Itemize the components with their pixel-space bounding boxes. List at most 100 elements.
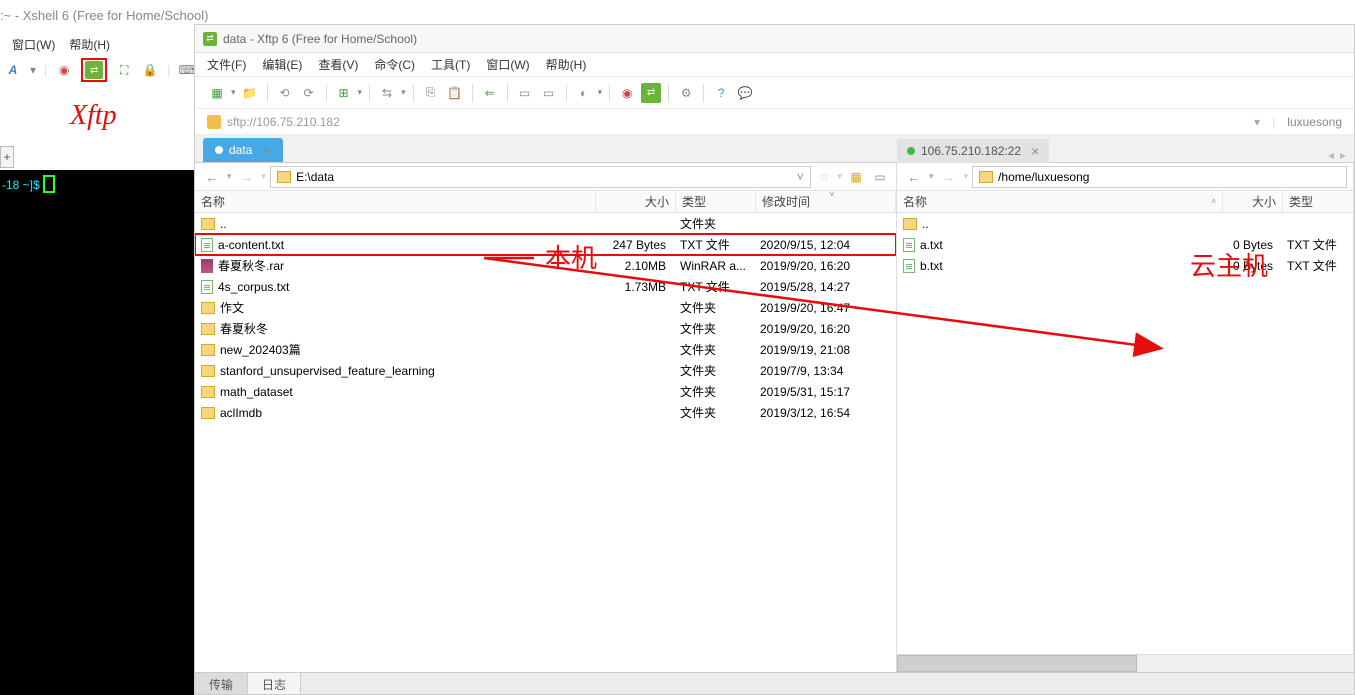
local-pane: ←▾ →▾ E:\data ˅ ☆▾ ▦ ▭ 名称 大小 类型 修改时间˅ ..… bbox=[195, 163, 897, 672]
xftp-launch-icon[interactable]: ⇄ bbox=[85, 61, 103, 79]
settings-icon[interactable]: ⚙ bbox=[676, 83, 696, 103]
file-row[interactable]: 4s_corpus.txt1.73MBTXT 文件2019/5/28, 14:2… bbox=[195, 276, 896, 297]
local-list-header: 名称 大小 类型 修改时间˅ bbox=[195, 191, 896, 213]
file-row[interactable]: 春夏秋冬文件夹2019/9/20, 16:20 bbox=[195, 318, 896, 339]
col-size[interactable]: 大小 bbox=[596, 191, 676, 212]
folder-icon bbox=[903, 218, 917, 230]
col-size-r[interactable]: 大小 bbox=[1223, 191, 1283, 212]
remote-pane: ←▾ →▾ /home/luxuesong 名称˄ 大小 类型 ..a.txt0… bbox=[897, 163, 1354, 672]
open-icon[interactable]: 📁 bbox=[240, 83, 260, 103]
font-icon[interactable]: A bbox=[4, 61, 22, 79]
favorite-icon[interactable]: ☆ bbox=[815, 170, 834, 184]
doc1-icon[interactable]: ▭ bbox=[515, 83, 535, 103]
col-date[interactable]: 修改时间˅ bbox=[756, 191, 896, 212]
menu-tools[interactable]: 工具(T) bbox=[431, 56, 470, 73]
back-button[interactable]: ← bbox=[201, 167, 223, 187]
status-dot-icon bbox=[215, 146, 223, 154]
username-text: luxuesong bbox=[1287, 115, 1342, 129]
file-row[interactable]: math_dataset文件夹2019/5/31, 15:17 bbox=[195, 381, 896, 402]
file-row[interactable]: 春夏秋冬.rar2.10MBWinRAR a...2019/9/20, 16:2… bbox=[195, 255, 896, 276]
address-bar: sftp://106.75.210.182 ▾ | luxuesong bbox=[195, 109, 1354, 135]
menu-window[interactable]: 窗口(W) bbox=[12, 36, 55, 53]
menu-view[interactable]: 查看(V) bbox=[318, 56, 358, 73]
local-path-input[interactable]: E:\data ˅ bbox=[270, 166, 811, 188]
xshell-title: :~ - Xshell 6 (Free for Home/School) bbox=[0, 8, 208, 23]
menu-window2[interactable]: 窗口(W) bbox=[486, 56, 529, 73]
feedback-icon[interactable]: 💬 bbox=[735, 83, 755, 103]
annotation-xftp: Xftp bbox=[70, 100, 117, 132]
xftp-title-text: data - Xftp 6 (Free for Home/School) bbox=[223, 32, 417, 46]
tab-remote[interactable]: 106.75.210.182:22 × bbox=[897, 139, 1049, 163]
folder-icon bbox=[201, 365, 215, 377]
text-file-icon bbox=[201, 280, 213, 294]
new-window-icon[interactable]: ⊞ bbox=[334, 83, 354, 103]
file-row[interactable]: aclImdb文件夹2019/3/12, 16:54 bbox=[195, 402, 896, 423]
bottom-tabbar: 传输 日志 bbox=[195, 672, 1354, 694]
doc2-icon[interactable]: ▭ bbox=[539, 83, 559, 103]
folder-icon bbox=[201, 323, 215, 335]
remote-scrollbar[interactable] bbox=[897, 654, 1354, 672]
file-row[interactable]: ..文件夹 bbox=[195, 213, 896, 234]
file-row[interactable]: a-content.txt247 BytesTXT 文件2020/9/15, 1… bbox=[195, 234, 896, 255]
col-name-r[interactable]: 名称˄ bbox=[897, 191, 1223, 212]
close2-icon[interactable]: × bbox=[1031, 143, 1039, 159]
file-row[interactable]: .. bbox=[897, 213, 1353, 234]
view2-icon[interactable]: ▭ bbox=[870, 167, 890, 187]
copy-icon[interactable]: ⎘ bbox=[421, 83, 441, 103]
forward2-button[interactable]: → bbox=[938, 167, 960, 187]
address-text[interactable]: sftp://106.75.210.182 bbox=[227, 115, 340, 129]
menu-edit[interactable]: 编辑(E) bbox=[262, 56, 302, 73]
new-session-icon[interactable]: ▦ bbox=[207, 83, 227, 103]
address-dropdown-icon[interactable]: ▾ bbox=[1254, 115, 1266, 129]
col-name[interactable]: 名称 bbox=[195, 191, 596, 212]
view-icon[interactable]: ◐ bbox=[574, 83, 594, 103]
lock-icon[interactable]: 🔒 bbox=[141, 61, 159, 79]
transfer-left-icon[interactable]: ⇐ bbox=[480, 83, 500, 103]
file-row[interactable]: new_202403篇文件夹2019/9/19, 21:08 bbox=[195, 339, 896, 360]
tab-prev-icon[interactable]: ◂ bbox=[1328, 148, 1334, 162]
menu-file[interactable]: 文件(F) bbox=[207, 56, 246, 73]
terminal[interactable]: -18 ~]$ bbox=[0, 170, 194, 695]
archive-icon bbox=[201, 259, 213, 273]
new-tab-button[interactable]: + bbox=[0, 146, 14, 168]
disconnect-icon[interactable]: ⟳ bbox=[299, 83, 319, 103]
menu-help2[interactable]: 帮助(H) bbox=[546, 56, 587, 73]
file-row[interactable]: b.txt0 BytesTXT 文件 bbox=[897, 255, 1353, 276]
tab-local[interactable]: data × bbox=[203, 138, 283, 162]
file-row[interactable]: stanford_unsupervised_feature_learning文件… bbox=[195, 360, 896, 381]
xshell-menu: 窗口(W) 帮助(H) bbox=[12, 36, 110, 53]
xftp-menubar: 文件(F) 编辑(E) 查看(V) 命令(C) 工具(T) 窗口(W) 帮助(H… bbox=[195, 53, 1354, 77]
menu-cmd[interactable]: 命令(C) bbox=[374, 56, 415, 73]
remote-path-input[interactable]: /home/luxuesong bbox=[972, 166, 1347, 188]
local-list[interactable]: ..文件夹a-content.txt247 BytesTXT 文件2020/9/… bbox=[195, 213, 896, 672]
swirl2-icon[interactable]: ◉ bbox=[617, 83, 637, 103]
path-dropdown-icon[interactable]: ˅ bbox=[797, 170, 804, 184]
tab-log[interactable]: 日志 bbox=[248, 673, 301, 694]
fullscreen-icon[interactable]: ⛶ bbox=[115, 61, 133, 79]
folder-icon bbox=[201, 386, 215, 398]
folder2-icon bbox=[979, 171, 993, 183]
reconnect-icon[interactable]: ⟲ bbox=[275, 83, 295, 103]
help-icon[interactable]: ? bbox=[711, 83, 731, 103]
file-row[interactable]: 作文文件夹2019/9/20, 16:47 bbox=[195, 297, 896, 318]
file-row[interactable]: a.txt0 BytesTXT 文件 bbox=[897, 234, 1353, 255]
tab-next-icon[interactable]: ▸ bbox=[1340, 148, 1346, 162]
col-type[interactable]: 类型 bbox=[676, 191, 756, 212]
sync-icon[interactable]: ⇆ bbox=[377, 83, 397, 103]
close-icon[interactable]: × bbox=[262, 142, 270, 158]
folder-icon bbox=[201, 218, 215, 230]
xftp2-icon[interactable]: ⇄ bbox=[641, 83, 661, 103]
status-dot-connected-icon bbox=[907, 147, 915, 155]
back2-button[interactable]: ← bbox=[903, 167, 925, 187]
forward-button[interactable]: → bbox=[236, 167, 258, 187]
sort-asc-icon: ˄ bbox=[1211, 197, 1216, 206]
remote-list[interactable]: ..a.txt0 BytesTXT 文件b.txt0 BytesTXT 文件 bbox=[897, 213, 1353, 672]
paste-icon[interactable]: 📋 bbox=[445, 83, 465, 103]
text-file-icon bbox=[903, 259, 915, 273]
xftp-logo-icon: ⇄ bbox=[203, 32, 217, 46]
menu-help[interactable]: 帮助(H) bbox=[69, 36, 110, 53]
tab-transfer[interactable]: 传输 bbox=[195, 673, 248, 694]
view1-icon[interactable]: ▦ bbox=[846, 167, 866, 187]
col-type-r[interactable]: 类型 bbox=[1283, 191, 1353, 212]
swirl-icon[interactable]: ◉ bbox=[55, 61, 73, 79]
